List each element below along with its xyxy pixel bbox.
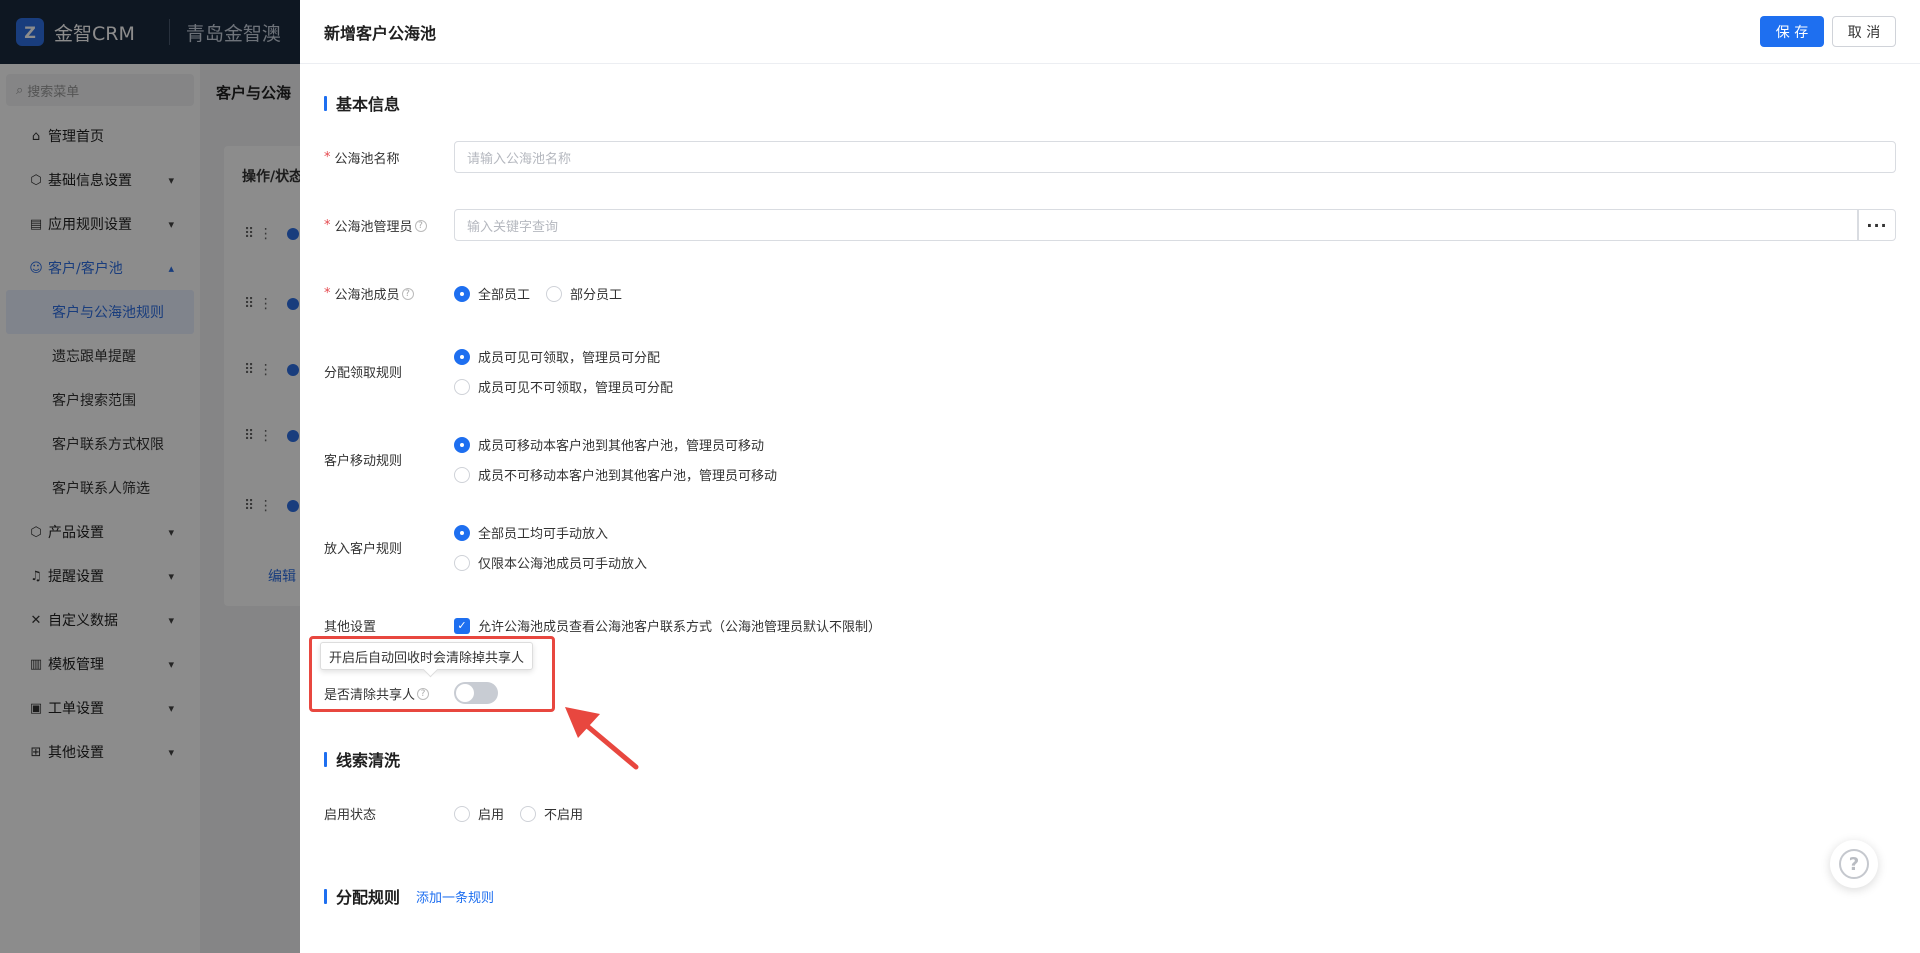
move-rule-label: 客户移动规则 <box>324 450 402 469</box>
radio-label: 成员可移动本客户池到其他客户池，管理员可移动 <box>478 439 765 454</box>
drawer-title: 新增客户公海池 <box>324 23 437 43</box>
radio-button[interactable] <box>454 378 470 395</box>
label-text: 其他设置 <box>324 620 377 635</box>
enable-status-label: 启用状态 <box>324 804 376 823</box>
help-icon[interactable]: ? <box>401 287 414 300</box>
annotation-highlight-box <box>309 636 555 712</box>
section-marker <box>324 95 327 111</box>
contact-visibility-checkbox[interactable]: ✓ 允许公海池成员查看公海池客户联系方式（公海池管理员默认不限制） <box>454 616 881 635</box>
required-asterisk: * <box>324 286 331 301</box>
label-text: 放入客户规则 <box>324 542 403 557</box>
label-text: 分配领取规则 <box>324 366 403 381</box>
drawer-header: 新增客户公海池 保 存 取 消 <box>300 0 1920 64</box>
radio-some-staff[interactable] <box>546 285 563 302</box>
checkbox-label: 允许公海池成员查看公海池客户联系方式（公海池管理员默认不限制） <box>478 620 882 635</box>
section-marker <box>324 751 327 767</box>
radio-button[interactable] <box>454 436 470 453</box>
section-lead-cleaning: 线索清洗 <box>324 747 400 771</box>
section-basic-info: 基本信息 <box>324 91 400 115</box>
checkmark-icon[interactable]: ✓ <box>454 617 470 634</box>
pool-admin-label: * 公海池管理员 ? <box>324 216 427 235</box>
radio-button[interactable] <box>454 348 470 365</box>
radio-disable[interactable] <box>520 805 537 822</box>
pool-members-radio-group: 全部员工 部分员工 <box>454 284 622 303</box>
claim-rule-label: 分配领取规则 <box>324 362 402 381</box>
label-text: 公海池管理员 <box>334 220 413 235</box>
label-text: 公海池成员 <box>334 288 400 303</box>
label-text: 启用状态 <box>324 808 377 823</box>
radio-all-staff[interactable] <box>454 285 470 302</box>
claim-rule-option-1[interactable]: 成员可见可领取，管理员可分配 <box>454 347 660 366</box>
cancel-button[interactable]: 取 消 <box>1832 16 1896 47</box>
radio-label: 成员可见不可领取，管理员可分配 <box>478 381 674 396</box>
section-marker <box>324 888 327 904</box>
put-in-rule-option-2[interactable]: 仅限本公海池成员可手动放入 <box>454 553 647 572</box>
pool-name-input[interactable]: 请输入公海池名称 <box>454 141 1896 173</box>
radio-label: 不启用 <box>544 808 584 823</box>
question-icon: ? <box>1839 849 1869 879</box>
required-asterisk: * <box>324 218 331 233</box>
radio-label: 全部员工 <box>478 288 531 303</box>
section-title-text: 基本信息 <box>336 95 401 114</box>
section-title-text: 分配规则 <box>336 888 401 907</box>
add-rule-link[interactable]: 添加一条规则 <box>416 887 494 906</box>
label-text: 客户移动规则 <box>324 454 403 469</box>
radio-enable[interactable] <box>454 805 470 822</box>
radio-label: 启用 <box>478 808 505 823</box>
claim-rule-option-2[interactable]: 成员可见不可领取，管理员可分配 <box>454 377 673 396</box>
section-distribution-rules: 分配规则 添加一条规则 <box>324 884 494 908</box>
radio-label: 部分员工 <box>570 288 623 303</box>
help-icon[interactable]: ? <box>414 219 427 232</box>
radio-label: 成员可见可领取，管理员可分配 <box>478 351 661 366</box>
move-rule-option-2[interactable]: 成员不可移动本客户池到其他客户池，管理员可移动 <box>454 465 777 484</box>
put-in-rule-option-1[interactable]: 全部员工均可手动放入 <box>454 523 608 542</box>
radio-button[interactable] <box>454 524 470 541</box>
more-options-button[interactable]: ··· <box>1858 209 1896 241</box>
radio-label: 仅限本公海池成员可手动放入 <box>478 557 648 572</box>
required-asterisk: * <box>324 150 331 165</box>
input-placeholder: 请输入公海池名称 <box>467 151 572 167</box>
enable-status-radio-group: 启用 不启用 <box>454 804 583 823</box>
input-placeholder: 输入关键字查询 <box>467 219 559 235</box>
put-in-rule-label: 放入客户规则 <box>324 538 402 557</box>
label-text: 公海池名称 <box>334 152 400 167</box>
new-pool-drawer: 新增客户公海池 保 存 取 消 基本信息 * 公海池名称 请输入公海池名称 * … <box>300 0 1920 953</box>
pool-members-label: * 公海池成员 ? <box>324 284 414 303</box>
radio-label: 全部员工均可手动放入 <box>478 527 609 542</box>
save-button[interactable]: 保 存 <box>1760 16 1824 47</box>
radio-button[interactable] <box>454 554 470 571</box>
floating-help-button[interactable]: ? <box>1830 840 1878 888</box>
pool-name-label: * 公海池名称 <box>324 148 400 167</box>
annotation-arrow-icon <box>565 707 639 770</box>
section-title-text: 线索清洗 <box>336 751 401 770</box>
radio-button[interactable] <box>454 466 470 483</box>
radio-label: 成员不可移动本客户池到其他客户池，管理员可移动 <box>478 469 778 484</box>
pool-admin-input[interactable]: 输入关键字查询 <box>454 209 1858 241</box>
other-settings-label: 其他设置 <box>324 616 376 635</box>
move-rule-option-1[interactable]: 成员可移动本客户池到其他客户池，管理员可移动 <box>454 435 764 454</box>
